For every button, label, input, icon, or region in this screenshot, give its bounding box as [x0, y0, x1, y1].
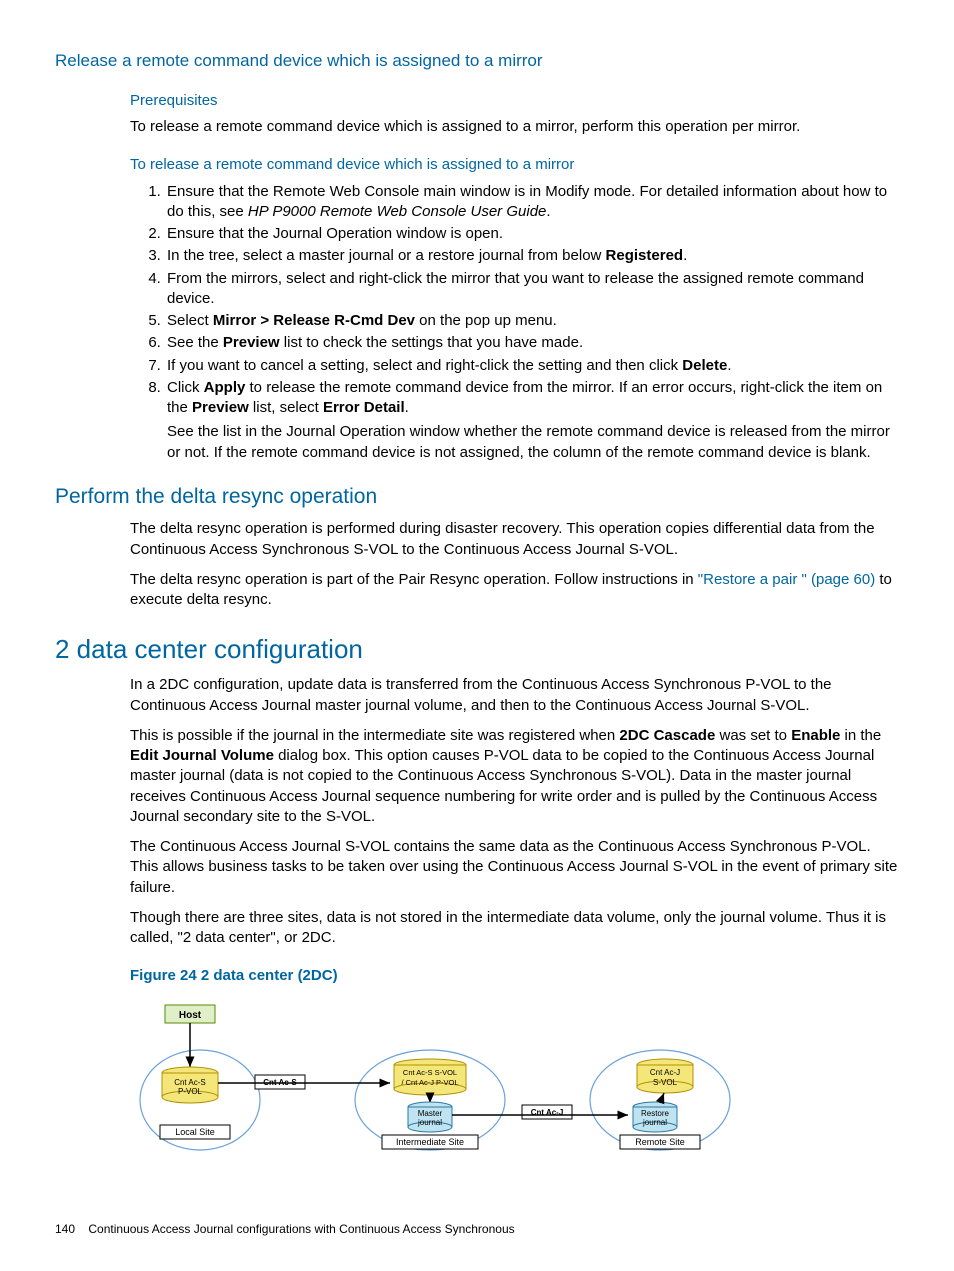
text: .	[546, 203, 550, 220]
step-8: Click Apply to release the remote comman…	[165, 378, 899, 463]
text: The delta resync operation is part of th…	[130, 571, 698, 588]
body-block: Prerequisites To release a remote comman…	[130, 91, 899, 463]
heading-2dc: 2 data center configuration	[55, 632, 899, 667]
text: on the pop up menu.	[415, 312, 557, 329]
heading-procedure: To release a remote command device which…	[130, 155, 899, 175]
cylinder-master-journal: Master journal	[408, 1102, 452, 1132]
text: list to check the settings that you have…	[280, 334, 584, 351]
para: The delta resync operation is part of th…	[130, 570, 899, 611]
heading-prerequisites: Prerequisites	[130, 91, 899, 111]
text-bold: Mirror > Release R-Cmd Dev	[213, 312, 415, 329]
section-delta-resync: Perform the delta resync operation The d…	[55, 483, 899, 610]
text: If you want to cancel a setting, select …	[167, 357, 682, 374]
para: The Continuous Access Journal S-VOL cont…	[130, 837, 899, 898]
label-svol-l2: S-VOL	[653, 1078, 678, 1087]
label-intermediate-site: Intermediate Site	[396, 1137, 464, 1147]
label-pvol-l2: P-VOL	[178, 1087, 203, 1096]
link-restore-pair[interactable]: "Restore a pair " (page 60)	[698, 571, 875, 588]
step-1: Ensure that the Remote Web Console main …	[165, 182, 899, 223]
para: In a 2DC configuration, update data is t…	[130, 675, 899, 716]
label-local-site: Local Site	[175, 1127, 215, 1137]
text: Click	[167, 379, 204, 396]
label-restore-l1: Restore	[641, 1109, 670, 1118]
section-release-rcmd: Release a remote command device which is…	[55, 50, 899, 463]
text-bold: Apply	[204, 379, 246, 396]
diagram-svg: Host Cnt Ac-S P-VOL Local Site Cnt Ac-S	[130, 995, 750, 1165]
step-3: In the tree, select a master journal or …	[165, 246, 899, 266]
footer-text: Continuous Access Journal configurations…	[88, 1222, 514, 1236]
label-host: Host	[179, 1010, 202, 1021]
label-master-l1: Master	[418, 1109, 443, 1118]
step-8-sub: See the list in the Journal Operation wi…	[167, 422, 899, 463]
para: The delta resync operation is performed …	[130, 519, 899, 560]
text-bold: Enable	[791, 727, 840, 744]
text: in the	[840, 727, 881, 744]
text-bold: Delete	[682, 357, 727, 374]
text: .	[727, 357, 731, 374]
para-prereq: To release a remote command device which…	[130, 117, 899, 137]
text-bold: Registered	[606, 247, 684, 264]
cylinder-pvol: Cnt Ac-S P-VOL	[162, 1067, 218, 1103]
text-italic: HP P9000 Remote Web Console User Guide	[248, 203, 546, 220]
para: Though there are three sites, data is no…	[130, 908, 899, 949]
step-6: See the Preview list to check the settin…	[165, 333, 899, 353]
label-svol-l1: Cnt Ac-J	[650, 1068, 680, 1077]
text: This is possible if the journal in the i…	[130, 727, 619, 744]
heading-delta-resync: Perform the delta resync operation	[55, 483, 899, 511]
text: list, select	[249, 399, 323, 416]
text-bold: Preview	[192, 399, 249, 416]
text-bold: Error Detail	[323, 399, 405, 416]
step-4: From the mirrors, select and right-click…	[165, 269, 899, 310]
text: was set to	[715, 727, 791, 744]
text-bold: 2DC Cascade	[619, 727, 715, 744]
page-footer: 140 Continuous Access Journal configurat…	[55, 1221, 899, 1237]
para: This is possible if the journal in the i…	[130, 726, 899, 827]
label-master-l2: journal	[417, 1118, 442, 1127]
cylinder-svol: Cnt Ac-J S-VOL	[637, 1059, 693, 1093]
figure-2dc-diagram: Host Cnt Ac-S P-VOL Local Site Cnt Ac-S	[130, 995, 899, 1171]
text: Select	[167, 312, 213, 329]
label-mid-l2: / Cnt Ac-J P-VOL	[401, 1078, 458, 1087]
text: .	[405, 399, 409, 416]
ordered-steps: Ensure that the Remote Web Console main …	[130, 182, 899, 463]
text: .	[683, 247, 687, 264]
figure-caption: Figure 24 2 data center (2DC)	[130, 966, 899, 986]
label-remote-site: Remote Site	[635, 1137, 685, 1147]
text: See the	[167, 334, 223, 351]
page-number: 140	[55, 1221, 75, 1237]
body-block: In a 2DC configuration, update data is t…	[130, 675, 899, 1171]
step-7: If you want to cancel a setting, select …	[165, 356, 899, 376]
label-pvol-l1: Cnt Ac-S	[174, 1078, 206, 1087]
label-mid-l1: Cnt Ac-S S-VOL	[403, 1068, 457, 1077]
body-block: The delta resync operation is performed …	[130, 519, 899, 610]
cylinder-mid-vol: Cnt Ac-S S-VOL / Cnt Ac-J P-VOL	[394, 1059, 466, 1095]
label-restore-l2: journal	[642, 1118, 667, 1127]
arrow-restore-svol	[660, 1093, 664, 1103]
heading-release-rcmd: Release a remote command device which is…	[55, 50, 899, 73]
section-2dc: 2 data center configuration In a 2DC con…	[55, 632, 899, 1171]
cylinder-restore-journal: Restore journal	[633, 1102, 677, 1132]
text-bold: Edit Journal Volume	[130, 747, 274, 764]
text: In the tree, select a master journal or …	[167, 247, 606, 264]
step-2: Ensure that the Journal Operation window…	[165, 224, 899, 244]
text-bold: Preview	[223, 334, 280, 351]
step-5: Select Mirror > Release R-Cmd Dev on the…	[165, 311, 899, 331]
